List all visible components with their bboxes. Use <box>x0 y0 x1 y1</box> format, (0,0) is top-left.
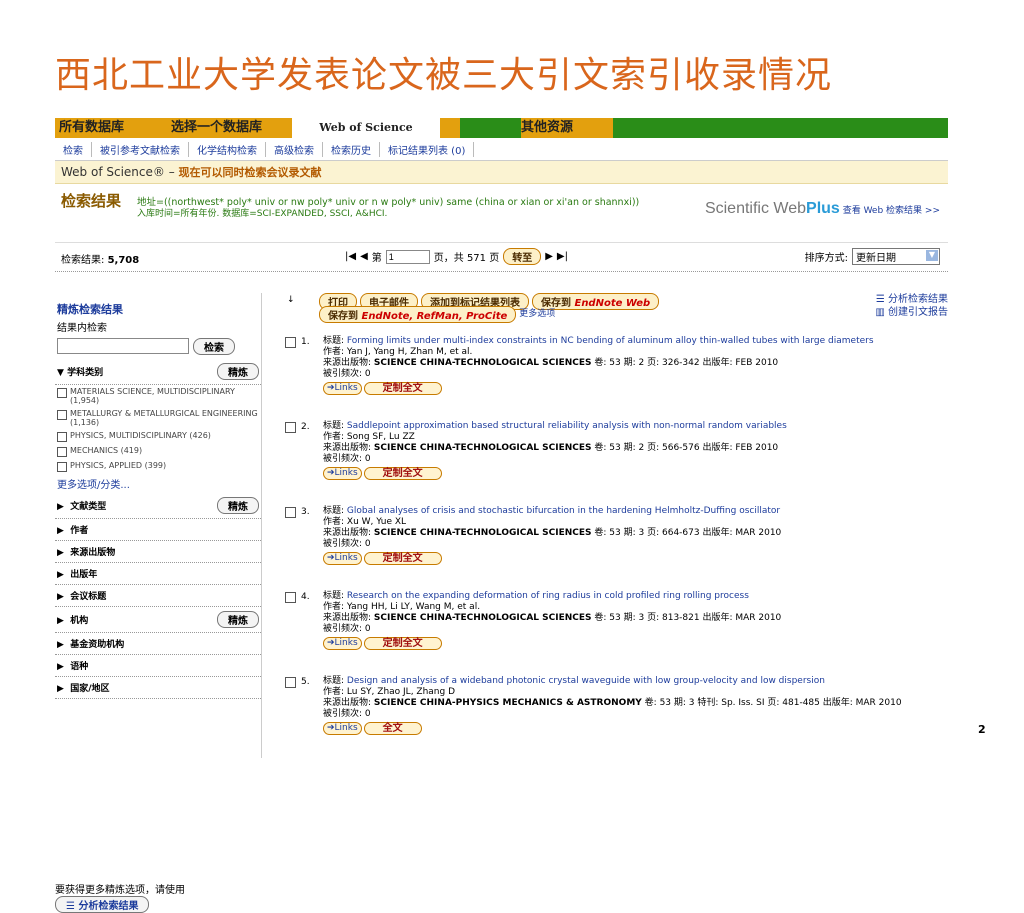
first-page-icon[interactable]: |◀ <box>345 251 356 262</box>
fulltext-button[interactable]: 定制全文 <box>363 637 442 650</box>
links-button[interactable]: ➔Links <box>323 552 362 565</box>
nav-advanced-search[interactable]: 高级检索 <box>266 141 323 157</box>
record-item: 3. 标题: Global analyses of crisis and stoc… <box>283 506 948 580</box>
more-options-link[interactable]: 更多选项/分类... <box>55 474 261 493</box>
product-banner: Web of Science® – 现在可以同时检索会议录文献 <box>55 161 948 184</box>
sort-control: 排序方式: 更新日期 ▼ <box>805 248 940 265</box>
refine-section[interactable]: ▶ 文献类型 精炼 <box>55 493 261 519</box>
output-toolbar: ↓ 打印 电子邮件 添加到标记结果列表 保存到 EndNote Web 保存到 … <box>283 293 948 325</box>
analyze-results-button[interactable]: ☰ 分析检索结果 <box>55 896 150 913</box>
links-button[interactable]: ➔Links <box>323 467 362 480</box>
slide-title: 西北工业大学发表论文被三大引文索引收录情况 <box>55 55 833 96</box>
pager: |◀ ◀ 第 页，共 571 页 转至 ▶ ▶| <box>345 248 568 265</box>
subject-option[interactable]: MECHANICS (419) <box>55 444 261 459</box>
tab-other-resources[interactable]: 其他资源 <box>521 118 614 138</box>
refine-subject-button[interactable]: 精炼 <box>217 363 259 380</box>
refine-section[interactable]: ▶ 作者 <box>55 519 261 541</box>
web-plus-link[interactable]: Scientific WebPlus 查看 Web 检索结果 >> <box>705 200 940 218</box>
checkbox[interactable] <box>57 462 67 472</box>
refine-section[interactable]: ▶ 基金资助机构 <box>55 633 261 655</box>
links-button[interactable]: ➔Links <box>323 722 362 735</box>
refine-panel: 精炼检索结果 结果内检索 检索 ▼ 学科类别 精炼 MATERIALS SCIE… <box>55 293 262 913</box>
record-title-link[interactable]: Global analyses of crisis and stochastic… <box>347 506 780 516</box>
results-header: 检索结果 地址=((northwest* poly* univ or nw po… <box>55 184 948 243</box>
refine-section[interactable]: ▶ 出版年 <box>55 563 261 585</box>
sort-select[interactable]: 更新日期 ▼ <box>852 248 940 265</box>
page-input[interactable] <box>385 249 430 264</box>
save-endnote-button[interactable]: 保存到 EndNote, RefMan, ProCite <box>319 306 517 323</box>
subject-option[interactable]: METALLURGY & METALLURGICAL ENGINEERING (… <box>55 407 261 429</box>
links-button[interactable]: ➔Links <box>323 637 362 650</box>
tab-select-database[interactable]: 选择一个数据库 <box>171 118 262 138</box>
arrow-icon: ↓ <box>287 295 295 305</box>
query-scope: 入库时间=所有年份. 数据库=SCI-EXPANDED, SSCI, A&HCI… <box>137 209 388 219</box>
results-list: ↓ 打印 电子邮件 添加到标记结果列表 保存到 EndNote Web 保存到 … <box>283 293 948 750</box>
record-item: 5. 标题: Design and analysis of a wideband … <box>283 676 948 750</box>
chevron-down-icon: ▼ <box>926 250 938 261</box>
refine-section[interactable]: ▶ 机构 精炼 <box>55 607 261 633</box>
record-checkbox[interactable] <box>285 337 296 348</box>
section-subject[interactable]: ▼ 学科类别 精炼 <box>55 359 261 385</box>
results-label: 检索结果 <box>61 192 122 210</box>
refine-button[interactable]: 精炼 <box>217 497 259 514</box>
subnav: 检索 被引参考文献检索 化学结构检索 高级检索 检索历史 标记结果列表 (0) <box>55 138 948 161</box>
prev-page-icon[interactable]: ◀ <box>360 251 368 262</box>
tab-web-of-science[interactable]: Web of Science <box>292 118 440 138</box>
page-number: 2 <box>978 723 986 736</box>
fulltext-button[interactable]: 定制全文 <box>363 552 442 565</box>
record-title-link[interactable]: Design and analysis of a wideband photon… <box>347 676 825 686</box>
nav-cited-ref-search[interactable]: 被引参考文献检索 <box>92 141 189 157</box>
checkbox[interactable] <box>57 432 67 442</box>
within-search-input[interactable] <box>57 338 189 354</box>
record-title-link[interactable]: Saddlepoint approximation based structur… <box>347 421 787 431</box>
refine-footer: 要获得更多精炼选项，请使用 ☰ 分析检索结果 <box>55 885 185 913</box>
record-checkbox[interactable] <box>285 422 296 433</box>
within-search-button[interactable]: 检索 <box>193 338 235 355</box>
record-title-link[interactable]: Forming limits under multi-index constra… <box>347 336 874 346</box>
checkbox[interactable] <box>57 447 67 457</box>
last-page-icon[interactable]: ▶| <box>557 251 568 262</box>
refine-section[interactable]: ▶ 会议标题 <box>55 585 261 607</box>
tab-all-databases[interactable]: 所有数据库 <box>59 118 124 138</box>
record-checkbox[interactable] <box>285 677 296 688</box>
web-plus-logo: Scientific WebPlus <box>704 200 840 217</box>
subject-option[interactable]: MATERIALS SCIENCE, MULTIDISCIPLINARY (1,… <box>55 385 261 407</box>
tab-bar: 所有数据库 选择一个数据库 Web of Science 其他资源 <box>55 118 948 138</box>
more-options-link[interactable]: 更多选项 <box>519 306 555 323</box>
subject-option[interactable]: PHYSICS, APPLIED (399) <box>55 459 261 474</box>
fulltext-button[interactable]: 定制全文 <box>363 467 442 480</box>
record-title-link[interactable]: Research on the expanding deformation of… <box>347 591 749 601</box>
record-item: 4. 标题: Research on the expanding deformat… <box>283 591 948 665</box>
checkbox[interactable] <box>57 410 67 420</box>
count-bar: 检索结果: 5,708 |◀ ◀ 第 页，共 571 页 转至 ▶ ▶| 排序方… <box>55 243 948 272</box>
fulltext-button[interactable]: 全文 <box>363 722 422 735</box>
nav-structure-search[interactable]: 化学结构检索 <box>189 141 266 157</box>
analyze-link[interactable]: ☰ 分析检索结果 <box>875 293 948 306</box>
refine-section[interactable]: ▶ 语种 <box>55 655 261 677</box>
next-page-icon[interactable]: ▶ <box>545 251 553 262</box>
goto-button[interactable]: 转至 <box>503 248 542 265</box>
result-count: 5,708 <box>107 255 140 266</box>
fulltext-button[interactable]: 定制全文 <box>363 382 442 395</box>
record-checkbox[interactable] <box>285 507 296 518</box>
subject-option[interactable]: PHYSICS, MULTIDISCIPLINARY (426) <box>55 429 261 444</box>
record-item: 1. 标题: Forming limits under multi-index c… <box>283 336 948 410</box>
record-checkbox[interactable] <box>285 592 296 603</box>
record-item: 2. 标题: Saddlepoint approximation based st… <box>283 421 948 495</box>
nav-search-history[interactable]: 检索历史 <box>323 141 380 157</box>
refine-section[interactable]: ▶ 国家/地区 <box>55 677 261 699</box>
refine-button[interactable]: 精炼 <box>217 611 259 628</box>
nav-marked-list[interactable]: 标记结果列表 (0) <box>380 141 475 157</box>
links-button[interactable]: ➔Links <box>323 382 362 395</box>
checkbox[interactable] <box>57 388 67 398</box>
refine-section[interactable]: ▶ 来源出版物 <box>55 541 261 563</box>
wos-screenshot: 所有数据库 选择一个数据库 Web of Science 其他资源 检索 被引参… <box>55 118 948 913</box>
refine-title: 精炼检索结果 <box>57 303 123 316</box>
citation-report-link[interactable]: ▥ 创建引文报告 <box>875 306 948 319</box>
nav-search[interactable]: 检索 <box>55 141 92 157</box>
